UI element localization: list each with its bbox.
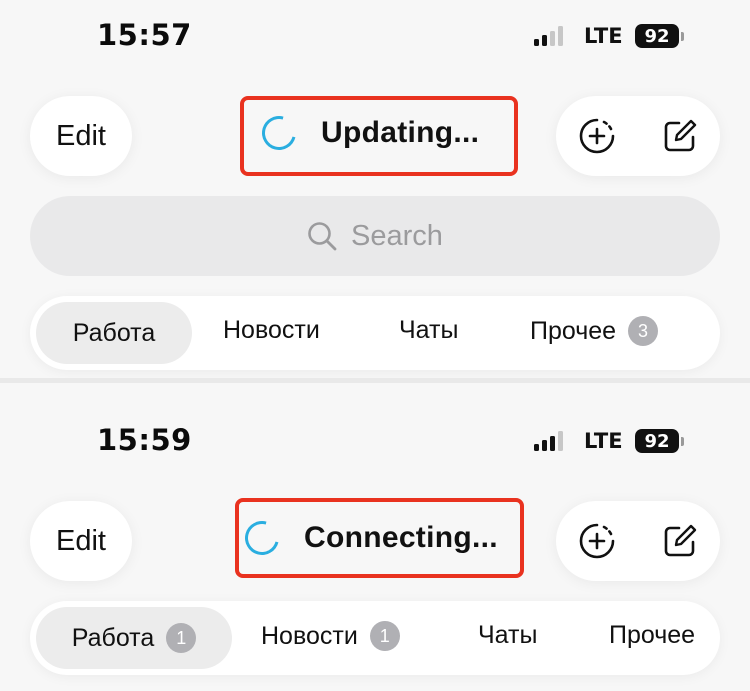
- tab-label: Новости: [261, 621, 358, 650]
- battery-icon: 92: [635, 429, 684, 453]
- edit-button[interactable]: Edit: [30, 96, 132, 176]
- tab-prochee[interactable]: Прочее: [609, 621, 695, 650]
- signal-icon: [534, 431, 563, 451]
- tab-label: Работа: [72, 318, 156, 347]
- tab-novosti[interactable]: Новости: [223, 316, 320, 345]
- status-bar-time: 15:59: [97, 423, 192, 457]
- search-icon: [308, 222, 337, 251]
- tab-label: Работа: [71, 623, 155, 652]
- battery-icon: 92: [635, 24, 684, 48]
- tab-label: Новости: [223, 316, 320, 344]
- tab-chaty[interactable]: Чаты: [399, 316, 458, 345]
- tab-rabota[interactable]: Работа 1: [36, 607, 232, 669]
- compose-button[interactable]: [662, 118, 698, 154]
- new-story-icon: [579, 523, 615, 559]
- tab-label: Чаты: [399, 316, 459, 344]
- unread-badge: 1: [369, 621, 400, 651]
- unread-badge: 1: [166, 623, 197, 653]
- signal-icon: [534, 26, 563, 46]
- tab-label: Чаты: [478, 621, 538, 649]
- search-input[interactable]: Search: [30, 196, 720, 276]
- header-actions: [556, 501, 720, 581]
- folder-tabs: Работа Новости Чаты Прочее 3: [30, 296, 720, 370]
- tab-label: Прочее: [530, 316, 617, 345]
- tab-label: Прочее: [609, 621, 696, 649]
- tab-chaty[interactable]: Чаты: [478, 621, 537, 650]
- new-story-button[interactable]: [578, 117, 616, 155]
- edit-button[interactable]: Edit: [30, 501, 132, 581]
- battery-level: 92: [635, 24, 679, 48]
- header-actions: [556, 96, 720, 176]
- compose-icon: [664, 119, 697, 152]
- tab-prochee[interactable]: Прочее 3: [530, 316, 659, 346]
- unread-badge: 3: [628, 316, 659, 346]
- battery-level: 92: [635, 429, 679, 453]
- network-type: LTE: [584, 24, 623, 48]
- network-type: LTE: [584, 429, 623, 453]
- new-story-button[interactable]: [578, 522, 616, 560]
- compose-icon: [664, 524, 697, 557]
- tab-novosti[interactable]: Новости 1: [261, 621, 400, 651]
- screen-connecting: 15:59 LTE 92 Edit Connecting... Работа 1…: [0, 383, 750, 691]
- screen-updating: 15:57 LTE 92 Edit Updating... Search Раб…: [0, 0, 750, 378]
- highlight-box: [235, 498, 524, 578]
- compose-button[interactable]: [662, 523, 698, 559]
- search-placeholder: Search: [351, 219, 443, 252]
- new-story-icon: [579, 118, 615, 154]
- status-bar-time: 15:57: [97, 18, 192, 52]
- tab-rabota[interactable]: Работа: [36, 302, 192, 364]
- highlight-box: [240, 96, 518, 176]
- folder-tabs: Работа 1 Новости 1 Чаты Прочее: [30, 601, 720, 675]
